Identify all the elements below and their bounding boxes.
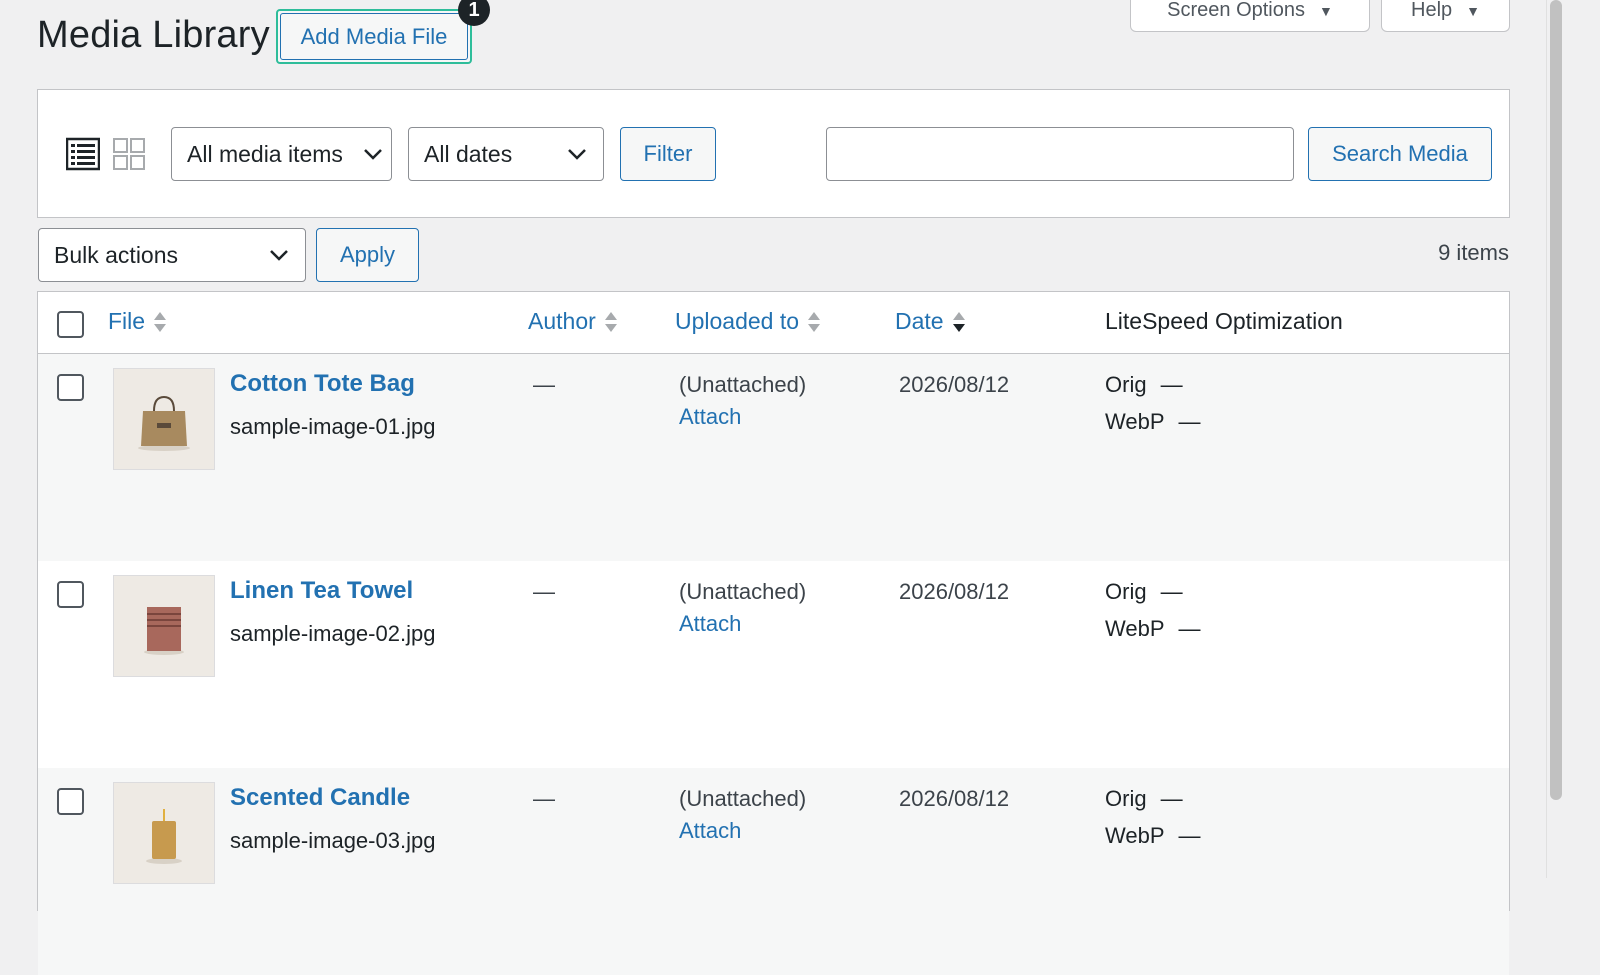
media-title-link[interactable]: Scented Candle xyxy=(230,784,410,812)
webp-label: WebP xyxy=(1105,823,1165,848)
media-date: 2026/08/12 xyxy=(899,786,1010,811)
media-author: — xyxy=(533,786,555,811)
add-media-file-button[interactable]: Add Media File xyxy=(276,9,472,64)
step-badge: 1 xyxy=(458,0,490,26)
media-thumbnail[interactable] xyxy=(113,368,215,470)
search-input[interactable] xyxy=(826,127,1294,181)
row-checkbox[interactable] xyxy=(57,374,84,401)
webp-label: WebP xyxy=(1105,409,1165,434)
uploaded-to-status: (Unattached) xyxy=(679,372,807,397)
webp-label: WebP xyxy=(1105,616,1165,641)
sort-icon xyxy=(154,311,167,332)
items-count: 9 items xyxy=(1438,240,1509,265)
column-author-label: Author xyxy=(528,308,596,334)
column-litespeed-label: LiteSpeed Optimization xyxy=(1105,308,1343,334)
orig-label: Orig xyxy=(1105,372,1147,397)
date-select-value: All dates xyxy=(424,140,513,167)
screen-options-label: Screen Options xyxy=(1167,0,1305,21)
caret-down-icon: ▼ xyxy=(1319,2,1333,19)
bulk-actions-value: Bulk actions xyxy=(54,241,179,268)
table-row: Scented Candle sample-image-03.jpg — (Un… xyxy=(38,768,1509,975)
column-uploaded-to[interactable]: Uploaded to xyxy=(675,308,821,335)
screen-options-button[interactable]: Screen Options ▼ xyxy=(1130,0,1370,32)
sort-icon xyxy=(808,311,821,332)
litespeed-orig: Orig — xyxy=(1105,372,1183,398)
bulk-actions-select[interactable]: Bulk actions xyxy=(38,228,306,282)
litespeed-webp: WebP — xyxy=(1105,823,1201,849)
help-button[interactable]: Help ▼ xyxy=(1381,0,1510,32)
sort-desc-icon xyxy=(952,311,965,332)
table-header: File Author Uploaded to Date LiteSpeed O… xyxy=(38,292,1509,354)
orig-value: — xyxy=(1160,372,1183,397)
select-all-checkbox[interactable] xyxy=(57,311,84,338)
webp-value: — xyxy=(1178,823,1201,848)
attach-link[interactable]: Attach xyxy=(679,404,741,430)
litespeed-webp: WebP — xyxy=(1105,409,1201,435)
media-title-link[interactable]: Linen Tea Towel xyxy=(230,577,413,605)
media-filter-bar: All media items All dates Filter Search … xyxy=(37,89,1510,218)
add-media-file-label[interactable]: Add Media File xyxy=(280,13,468,60)
webp-value: — xyxy=(1178,616,1201,641)
media-title-link[interactable]: Cotton Tote Bag xyxy=(230,370,415,398)
tea-towel-icon xyxy=(144,607,184,655)
uploaded-to-status: (Unattached) xyxy=(679,786,807,811)
media-thumbnail[interactable] xyxy=(113,575,215,677)
table-row: Cotton Tote Bag sample-image-01.jpg — (U… xyxy=(38,354,1509,561)
candle-icon xyxy=(146,809,182,864)
media-date: 2026/08/12 xyxy=(899,579,1010,604)
table-row: Linen Tea Towel sample-image-02.jpg — (U… xyxy=(38,561,1509,768)
orig-label: Orig xyxy=(1105,579,1147,604)
column-author[interactable]: Author xyxy=(528,308,618,335)
uploaded-to-status: (Unattached) xyxy=(679,579,807,604)
column-file[interactable]: File xyxy=(108,308,167,335)
grid-view-icon[interactable] xyxy=(112,137,146,171)
orig-label: Orig xyxy=(1105,786,1147,811)
chevron-down-icon xyxy=(364,149,382,160)
attach-link[interactable]: Attach xyxy=(679,611,741,637)
media-filename: sample-image-02.jpg xyxy=(230,621,436,646)
column-date[interactable]: Date xyxy=(895,308,966,335)
column-litespeed: LiteSpeed Optimization xyxy=(1105,308,1343,335)
media-date: 2026/08/12 xyxy=(899,372,1010,397)
media-author: — xyxy=(533,372,555,397)
orig-value: — xyxy=(1160,579,1183,604)
search-media-button[interactable]: Search Media xyxy=(1308,127,1492,181)
media-author: — xyxy=(533,579,555,604)
scrollbar-thumb[interactable] xyxy=(1550,0,1562,800)
date-select[interactable]: All dates xyxy=(408,127,604,181)
column-date-label: Date xyxy=(895,308,944,334)
chevron-down-icon xyxy=(270,250,288,261)
filter-button[interactable]: Filter xyxy=(620,127,716,181)
row-checkbox[interactable] xyxy=(57,788,84,815)
column-file-label: File xyxy=(108,308,146,334)
tote-bag-icon xyxy=(138,395,190,451)
help-label: Help xyxy=(1411,0,1453,21)
caret-down-icon: ▼ xyxy=(1466,2,1480,19)
media-thumbnail[interactable] xyxy=(113,782,215,884)
list-view-icon[interactable] xyxy=(66,137,100,171)
chevron-down-icon xyxy=(568,149,586,160)
media-filename: sample-image-01.jpg xyxy=(230,414,436,439)
apply-button[interactable]: Apply xyxy=(316,228,419,282)
attach-link[interactable]: Attach xyxy=(679,818,741,844)
column-uploaded-to-label: Uploaded to xyxy=(675,308,800,334)
row-checkbox[interactable] xyxy=(57,581,84,608)
media-table: File Author Uploaded to Date LiteSpeed O… xyxy=(37,291,1510,975)
media-filename: sample-image-03.jpg xyxy=(230,828,436,853)
orig-value: — xyxy=(1160,786,1183,811)
litespeed-webp: WebP — xyxy=(1105,616,1201,642)
sort-icon xyxy=(604,311,617,332)
litespeed-orig: Orig — xyxy=(1105,579,1183,605)
media-type-value: All media items xyxy=(187,140,343,167)
page-title: Media Library xyxy=(37,14,270,56)
webp-value: — xyxy=(1178,409,1201,434)
litespeed-orig: Orig — xyxy=(1105,786,1183,812)
media-type-select[interactable]: All media items xyxy=(171,127,392,181)
